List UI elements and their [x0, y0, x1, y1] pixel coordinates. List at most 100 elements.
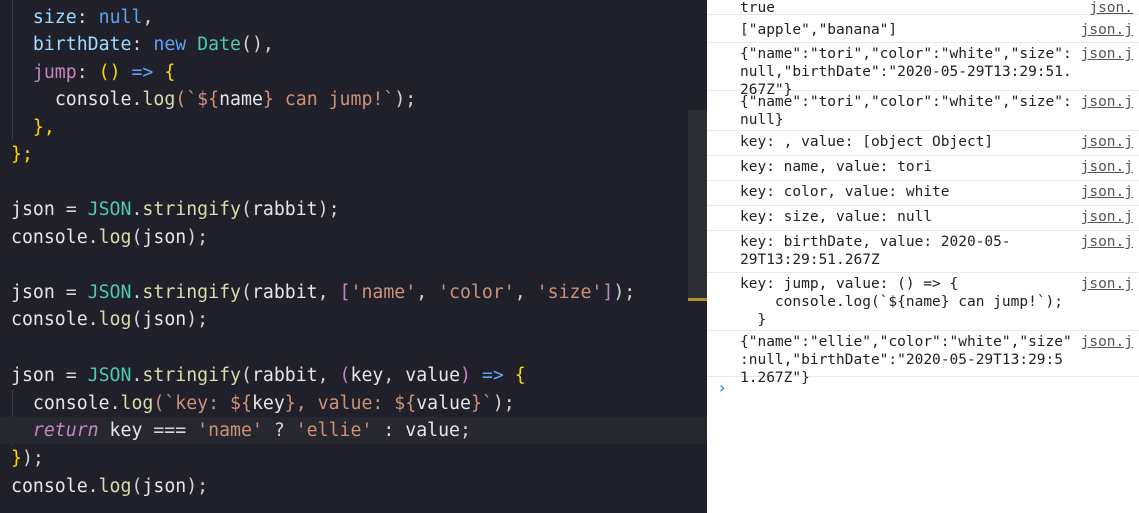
- code-token: ,: [416, 282, 439, 303]
- code-token: .: [131, 365, 143, 386]
- console-message: key: name, value: tori json.j: [707, 155, 1139, 181]
- code-token: (: [339, 365, 351, 386]
- console-source-link[interactable]: json.j: [1081, 93, 1133, 111]
- code-token: ;: [460, 420, 471, 441]
- code-token: ,: [514, 282, 537, 303]
- code-token: 'name': [197, 420, 263, 441]
- code-line[interactable]: });: [0, 445, 44, 472]
- console-message-text: {"name":"ellie","color":"white","size" :…: [740, 334, 1072, 386]
- code-line[interactable]: size: null,: [0, 4, 153, 31]
- console-source-link[interactable]: json.j: [1081, 275, 1133, 293]
- code-token: [: [339, 282, 351, 303]
- code-token: json: [11, 282, 66, 303]
- code-token: :: [76, 62, 99, 83]
- code-line[interactable]: json = JSON.stringify(rabbit, ['name', '…: [0, 279, 635, 306]
- console-source-link[interactable]: json.j: [1081, 233, 1133, 251]
- code-editor[interactable]: size: null, birthDate: new Date(), jump:…: [0, 0, 707, 513]
- code-token: }, value: ${: [284, 393, 417, 414]
- code-token: .: [87, 227, 99, 248]
- code-token: JSON: [87, 365, 132, 386]
- code-token: console: [11, 476, 88, 497]
- code-line[interactable]: [0, 251, 11, 278]
- code-token: log: [120, 393, 154, 414]
- code-line[interactable]: json = JSON.stringify(rabbit);: [0, 196, 340, 223]
- code-line[interactable]: jump: () => {: [0, 59, 175, 86]
- code-token: stringify: [142, 282, 241, 303]
- code-token: 'name': [350, 282, 417, 303]
- code-token: ): [460, 365, 482, 386]
- code-token: json: [142, 476, 187, 497]
- code-token: {: [164, 62, 176, 83]
- console-source-link[interactable]: json.j: [1081, 45, 1133, 63]
- code-token: );: [394, 89, 417, 110]
- code-token: .: [109, 393, 121, 414]
- code-token: rabbit: [251, 282, 318, 303]
- console-message: key: size, value: null json.j: [707, 205, 1139, 231]
- code-token: (: [131, 476, 143, 497]
- code-token: size: [32, 7, 77, 28]
- console-message: {"name":"tori","color":"white","size": n…: [707, 90, 1139, 131]
- code-line[interactable]: birthDate: new Date(),: [0, 31, 274, 58]
- console-message-text: ["apple","banana"]: [740, 22, 898, 38]
- code-token: ?: [262, 420, 296, 441]
- code-token: JSON: [87, 282, 132, 303]
- console-message: ["apple","banana"] json.j: [707, 18, 1139, 43]
- code-line[interactable]: [0, 169, 11, 196]
- code-token: (): [98, 62, 132, 83]
- code-token: log: [98, 227, 132, 248]
- code-line[interactable]: console.log(json);: [0, 224, 208, 251]
- code-token: );: [186, 227, 209, 248]
- code-line[interactable]: };: [0, 141, 33, 168]
- code-token: );: [186, 309, 209, 330]
- console-message-text: key: jump, value: () => { console.log(`$…: [740, 276, 1064, 328]
- code-token: value: [405, 420, 460, 441]
- code-token: stringify: [142, 365, 241, 386]
- console-source-link[interactable]: json.j: [1081, 21, 1133, 39]
- code-token: } can jump!`: [262, 89, 395, 110]
- console-source-link[interactable]: json.j: [1081, 158, 1133, 176]
- console-source-link[interactable]: json.j: [1081, 208, 1133, 226]
- code-token: key: [98, 420, 154, 441]
- code-token: json: [142, 227, 187, 248]
- code-token: ,: [383, 365, 406, 386]
- code-token: console: [54, 89, 132, 110]
- console-message-text: key: size, value: null: [740, 209, 933, 225]
- console-prompt-icon[interactable]: ›: [719, 378, 725, 397]
- console-message-text: key: name, value: tori: [740, 159, 933, 175]
- console-message-text: key: , value: [object Object]: [740, 134, 994, 150]
- code-line[interactable]: console.log(json);: [0, 306, 208, 333]
- code-line[interactable]: return key === 'name' ? 'ellie' : value;: [0, 417, 707, 444]
- code-line[interactable]: console.log(json);: [0, 473, 208, 500]
- code-token: rabbit: [251, 199, 318, 220]
- console-message-text: true: [740, 0, 775, 16]
- console-source-link[interactable]: json.j: [1081, 333, 1133, 351]
- code-token: console: [32, 393, 110, 414]
- code-token: );: [21, 448, 44, 469]
- code-token: );: [613, 282, 636, 303]
- code-line[interactable]: console.log(`${name} can jump!`);: [0, 86, 416, 113]
- code-token: 'color': [438, 282, 515, 303]
- code-token: (),: [241, 34, 274, 55]
- code-line[interactable]: console.log(`key: ${key}, value: ${value…: [0, 390, 515, 417]
- code-token: (`key: ${: [153, 393, 252, 414]
- console-source-link[interactable]: json.: [1089, 0, 1133, 17]
- code-token: {: [514, 365, 526, 386]
- editor-scrollbar[interactable]: [688, 110, 707, 300]
- code-line[interactable]: json = JSON.stringify(rabbit, (key, valu…: [0, 362, 526, 389]
- console-message-text: key: color, value: white: [740, 184, 950, 200]
- console-source-link[interactable]: json.j: [1081, 183, 1133, 201]
- code-token: ===: [153, 420, 198, 441]
- code-line[interactable]: [0, 334, 11, 361]
- code-line[interactable]: },: [0, 114, 55, 141]
- code-token: }: [11, 448, 22, 469]
- code-token: =: [65, 365, 88, 386]
- code-token: ,: [142, 7, 154, 28]
- code-token: jump: [32, 62, 77, 83]
- code-token: return: [32, 420, 99, 441]
- console-source-link[interactable]: json.j: [1081, 133, 1133, 151]
- code-token: name: [219, 89, 263, 110]
